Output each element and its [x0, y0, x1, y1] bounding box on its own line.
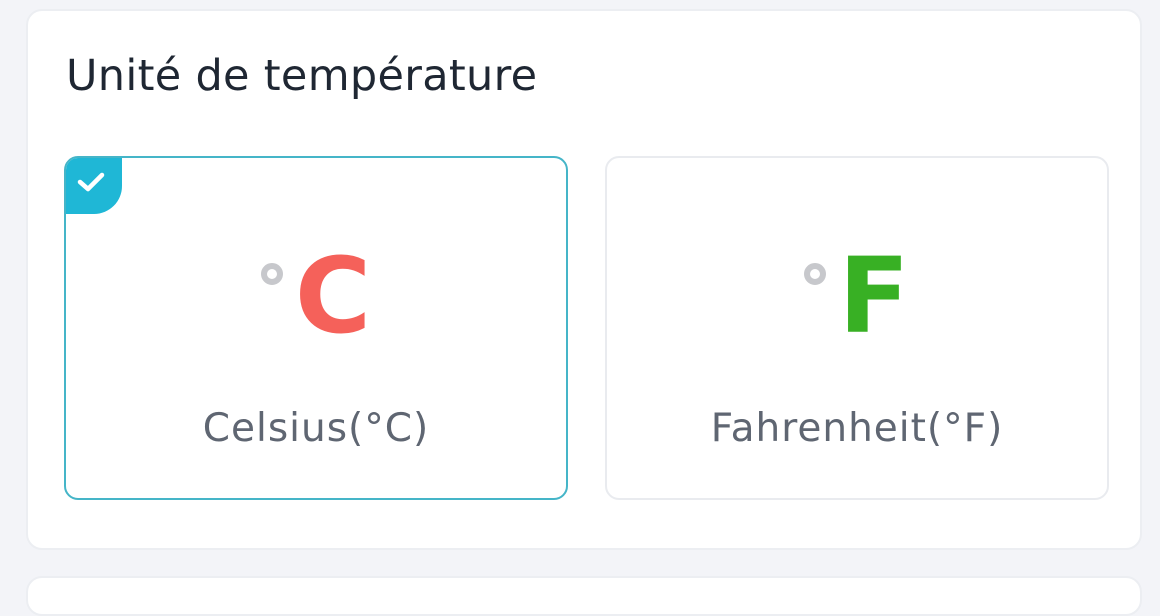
selected-badge	[66, 158, 122, 214]
fahrenheit-letter: F	[838, 235, 910, 357]
celsius-label: Celsius(°C)	[202, 406, 430, 451]
next-section-card	[26, 576, 1142, 616]
temperature-unit-card: Unité de température C Celsius(°C) F Fah…	[26, 9, 1142, 550]
celsius-symbol: C	[66, 244, 566, 348]
section-title: Unité de température	[66, 51, 538, 101]
celsius-option[interactable]: C Celsius(°C)	[64, 156, 568, 500]
fahrenheit-symbol: F	[607, 244, 1107, 348]
fahrenheit-option[interactable]: F Fahrenheit(°F)	[605, 156, 1109, 500]
celsius-letter: C	[294, 235, 372, 357]
checkmark-icon	[77, 172, 105, 192]
degree-icon	[804, 263, 827, 285]
degree-icon	[260, 263, 283, 285]
fahrenheit-label: Fahrenheit(°F)	[710, 406, 1004, 451]
